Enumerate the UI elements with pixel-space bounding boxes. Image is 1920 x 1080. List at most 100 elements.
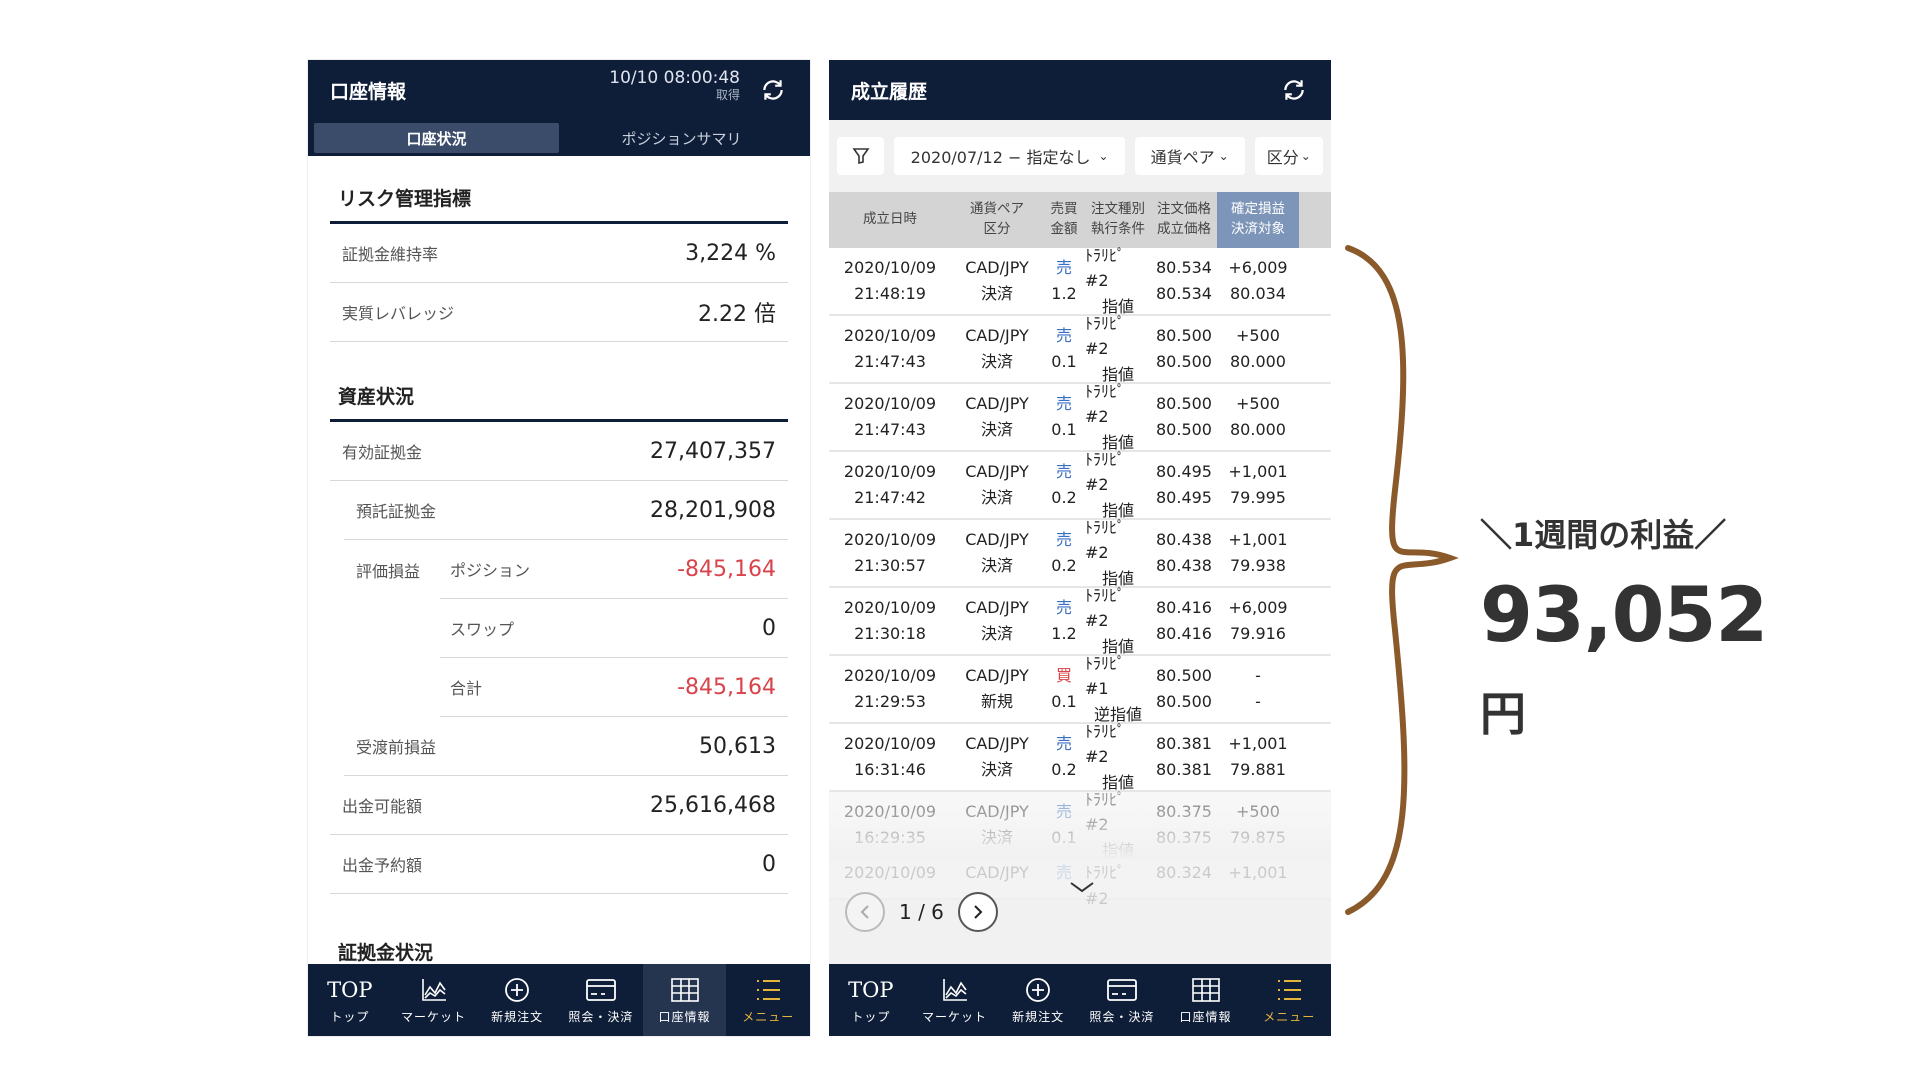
table-cell: 売 1.2 xyxy=(1043,588,1085,654)
row-value: -845,164 xyxy=(677,674,776,700)
row-value: -845,164 xyxy=(677,556,776,582)
assets-section-title: 資産状況 xyxy=(330,342,788,422)
cell-oprice: 80.381 xyxy=(1156,734,1212,754)
table-cell: +1,001 79.995 xyxy=(1217,452,1299,518)
date-filter-dropdown[interactable]: 2020/07/12 − 指定なし ⌄ xyxy=(894,137,1125,175)
swap-row: スワップ 0 xyxy=(440,599,788,658)
cell-target: 80.034 xyxy=(1230,284,1286,303)
cell-fprice: 80.495 xyxy=(1156,488,1212,507)
cell-amt: 0.2 xyxy=(1051,556,1077,575)
tab-inquiry[interactable]: 照会・決済 xyxy=(559,964,643,1036)
col-header-price[interactable]: 注文価格 成立価格 xyxy=(1151,192,1217,248)
cell-otype: ﾄﾗﾘﾋﾟ #2 xyxy=(1085,517,1126,563)
next-page-button[interactable] xyxy=(957,892,998,932)
table-row[interactable]: 2020/10/09 21:30:18 CAD/JPY 決済 売 1.2 ﾄﾗﾘﾋﾟ #2 指… xyxy=(829,586,1331,656)
col-header-side[interactable]: 売買 金額 xyxy=(1043,192,1085,248)
pair-filter-dropdown[interactable]: 通貨ペア ⌄ xyxy=(1134,137,1245,175)
cell-otype: ﾄﾗﾘﾋﾟ #2 xyxy=(1085,381,1126,427)
account-tabs: 口座状況 ポジションサマリ xyxy=(308,120,810,156)
refresh-icon[interactable] xyxy=(1279,75,1309,105)
col-header-pl[interactable]: 確定損益 決済対象 xyxy=(1217,192,1299,248)
table-row[interactable]: 2020/10/09 21:48:19 CAD/JPY 決済 売 1.2 ﾄﾗﾘﾋﾟ #2 指… xyxy=(829,246,1331,316)
table-row[interactable]: 2020/10/09 21:30:57 CAD/JPY 決済 売 0.2 ﾄﾗﾘﾋﾟ #2 指… xyxy=(829,518,1331,588)
tab-menu[interactable]: メニュー xyxy=(1247,964,1331,1036)
col-header-pair[interactable]: 通貨ペア 区分 xyxy=(951,192,1043,248)
tab-top[interactable]: TOP トップ xyxy=(829,964,913,1036)
col-header-datetime[interactable]: 成立日時 xyxy=(829,192,951,248)
withdrawable-row: 出金可能額 25,616,468 xyxy=(330,776,788,835)
table-cell: CAD/JPY 決済 xyxy=(951,248,1043,314)
cell-amt: 0.2 xyxy=(1051,488,1077,507)
table-cell: +500 80.000 xyxy=(1217,384,1299,450)
cell-kind: 決済 xyxy=(980,488,1013,507)
tab-label: トップ xyxy=(330,1010,370,1024)
col-header-order-type[interactable]: 注文種別 執行条件 xyxy=(1085,192,1151,248)
cell-fprice: 80.416 xyxy=(1156,624,1212,643)
row-value: 25,616,468 xyxy=(650,792,776,818)
tab-market[interactable]: マーケット xyxy=(913,964,997,1036)
tab-menu[interactable]: メニュー xyxy=(726,964,810,1036)
history-table-body: 2020/10/09 21:48:19 CAD/JPY 決済売 1.2 ﾄﾗﾘﾋﾟ #2 指… xyxy=(829,246,1331,908)
cell-date: 2020/10/09 xyxy=(843,258,937,278)
prev-page-button[interactable] xyxy=(845,892,885,932)
table-row[interactable]: 2020/10/09 16:31:46 CAD/JPY 決済 売 0.2 ﾄﾗﾘﾋﾟ #2 指… xyxy=(829,722,1331,792)
table-cell: 売 0.1 xyxy=(1043,316,1085,382)
tab-account[interactable]: 口座情報 xyxy=(642,964,727,1036)
header-line: 成立日時 xyxy=(863,211,917,228)
tab-account[interactable]: 口座情報 xyxy=(1164,964,1248,1036)
table-row[interactable]: 2020/10/09 21:29:53 CAD/JPY 新規 買 0.1 ﾄﾗﾘﾋﾟ #1 逆… xyxy=(829,654,1331,724)
position-pl-row: ポジション -845,164 xyxy=(440,540,788,599)
chevron-down-icon: ⌄ xyxy=(1300,149,1311,163)
bottom-tabbar: TOP トップ マーケット 新規注文 照会・決済 口座情報 メニュー xyxy=(308,964,810,1036)
table-row[interactable]: 2020/10/09 21:47:43 CAD/JPY 決済 売 0.1 ﾄﾗﾘﾋﾟ #2 指… xyxy=(829,314,1331,384)
timestamp-sub: 取得 xyxy=(715,88,740,103)
cell-kind: 決済 xyxy=(980,556,1013,575)
cell-side: 売 xyxy=(1055,530,1072,550)
tab-account-status[interactable]: 口座状況 xyxy=(314,123,559,153)
table-cell: ﾄﾗﾘﾋﾟ #1 逆指値 xyxy=(1085,654,1151,724)
table-cell: CAD/JPY 決済 xyxy=(951,588,1043,654)
account-info-header: 口座情報 10/10 08:00:48 取得 xyxy=(308,60,810,120)
table-cell: 2020/10/09 21:30:18 xyxy=(829,588,951,654)
table-row[interactable]: 2020/10/09 21:47:42 CAD/JPY 決済 売 0.2 ﾄﾗﾘﾋﾟ #2 指… xyxy=(829,450,1331,520)
row-label: 受渡前損益 xyxy=(356,738,437,757)
cell-side: 買 xyxy=(1055,666,1072,686)
chart-icon xyxy=(420,975,448,1005)
filter-icon[interactable] xyxy=(837,137,885,175)
row-value: 50,613 xyxy=(699,733,776,759)
cell-target: 79.995 xyxy=(1230,488,1286,507)
cell-target: 80.000 xyxy=(1230,420,1286,439)
valuation-group: 評価損益 ポジション -845,164 スワップ 0 合計 -845,164 xyxy=(330,540,788,717)
header-line: 成立価格 xyxy=(1157,221,1211,237)
cell-fprice: 80.438 xyxy=(1156,556,1212,575)
kind-filter-dropdown[interactable]: 区分 ⌄ xyxy=(1254,137,1324,175)
tab-top[interactable]: TOP トップ xyxy=(308,964,392,1036)
cell-side: 売 xyxy=(1055,326,1072,346)
plus-circle-icon xyxy=(1024,975,1052,1005)
tab-inquiry[interactable]: 照会・決済 xyxy=(1080,964,1164,1036)
cell-pair: CAD/JPY xyxy=(965,462,1029,482)
cell-kind: 決済 xyxy=(980,420,1013,439)
row-value: 0 xyxy=(762,615,776,641)
chevron-down-icon: ⌄ xyxy=(1218,149,1229,163)
cell-fprice: 80.500 xyxy=(1156,352,1212,371)
tab-market[interactable]: マーケット xyxy=(392,964,476,1036)
valuation-label: 評価損益 xyxy=(356,562,421,581)
table-cell: CAD/JPY 決済 xyxy=(951,520,1043,586)
account-info-panel: 口座情報 10/10 08:00:48 取得 口座状況 ポジションサマリ リスク… xyxy=(308,60,810,1036)
cell-side: 売 xyxy=(1055,598,1072,618)
cell-pl: +1,001 xyxy=(1228,734,1288,754)
refresh-icon[interactable] xyxy=(758,75,788,105)
cell-oprice: 80.500 xyxy=(1156,666,1212,686)
cell-pair: CAD/JPY xyxy=(965,394,1029,414)
table-cell: ﾄﾗﾘﾋﾟ #2指値 xyxy=(1085,586,1151,656)
tab-new-order[interactable]: 新規注文 xyxy=(475,964,559,1036)
tab-new-order[interactable]: 新規注文 xyxy=(996,964,1080,1036)
cell-side: 売 xyxy=(1055,734,1072,754)
table-cell: ﾄﾗﾘﾋﾟ #2指値 xyxy=(1085,314,1151,384)
table-row[interactable]: 2020/10/09 21:47:43 CAD/JPY 決済 売 0.1 ﾄﾗﾘﾋﾟ #2 指… xyxy=(829,382,1331,452)
cell-date: 2020/10/09 xyxy=(843,462,937,482)
tab-position-summary[interactable]: ポジションサマリ xyxy=(559,123,804,153)
margin-ratio-row: 証拠金維持率 3,224 % xyxy=(330,224,788,283)
cell-oprice: 80.495 xyxy=(1156,462,1212,482)
